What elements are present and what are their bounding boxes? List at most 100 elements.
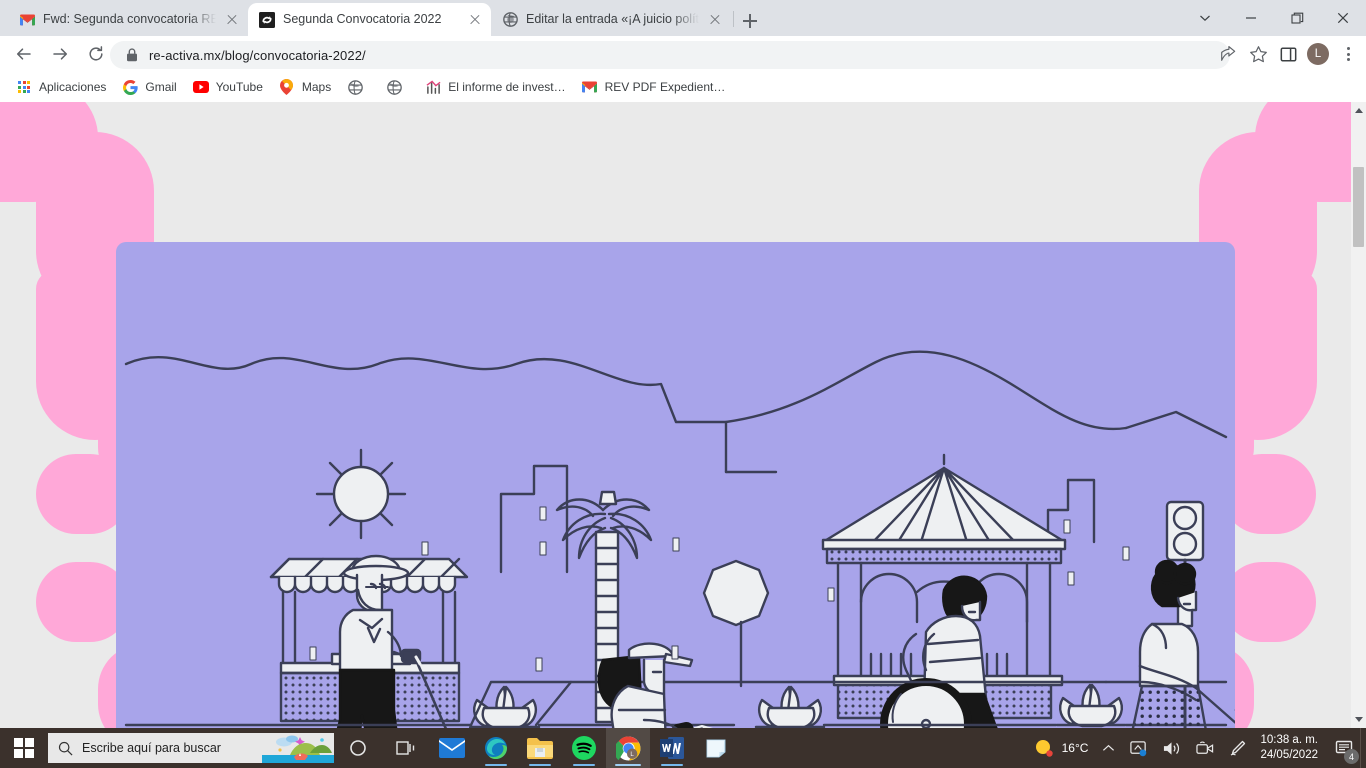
bookmark-gmail-label: Gmail bbox=[145, 80, 176, 94]
youtube-icon bbox=[193, 79, 209, 95]
show-hidden-icons-button[interactable] bbox=[1095, 728, 1122, 768]
wordpress-globe-icon bbox=[386, 79, 402, 95]
search-icon bbox=[58, 741, 73, 756]
bookmark-wordpress-2[interactable] bbox=[378, 75, 417, 99]
windows-taskbar: Escribe aquí para buscar bbox=[0, 728, 1366, 768]
maximize-icon[interactable] bbox=[1274, 0, 1320, 36]
address-bar[interactable]: re-activa.mx/blog/convocatoria-2022/ bbox=[110, 41, 1230, 69]
bookmark-apps[interactable]: Aplicaciones bbox=[8, 75, 114, 99]
tab-strip: Fwd: Segunda convocatoria RE-A Segunda C… bbox=[0, 0, 1366, 36]
side-panel-icon[interactable] bbox=[1274, 40, 1302, 68]
page-scrollbar[interactable] bbox=[1351, 102, 1366, 728]
browser-tab-3-title: Editar la entrada «¡A juicio político bbox=[526, 3, 699, 36]
re-activa-icon bbox=[259, 12, 275, 28]
decorative-blob bbox=[1222, 454, 1316, 534]
bookmark-maps[interactable]: Maps bbox=[271, 75, 339, 99]
tab-separator bbox=[733, 11, 734, 27]
bookmark-apps-label: Aplicaciones bbox=[39, 80, 106, 94]
chrome-menu-icon[interactable] bbox=[1334, 40, 1362, 68]
weather-widget[interactable]: 16°C bbox=[1027, 728, 1096, 768]
system-tray: 16°C bbox=[1027, 728, 1366, 768]
taskbar-search-placeholder: Escribe aquí para buscar bbox=[82, 741, 221, 755]
taskbar-search-box[interactable]: Escribe aquí para buscar bbox=[48, 733, 334, 763]
bookmark-informe-label: El informe de invest… bbox=[448, 80, 565, 94]
back-button[interactable] bbox=[10, 40, 38, 68]
minimize-icon[interactable] bbox=[1228, 0, 1274, 36]
close-icon[interactable] bbox=[467, 12, 483, 28]
gmail-icon bbox=[19, 12, 35, 28]
pen-workspace-icon[interactable] bbox=[1222, 728, 1254, 768]
page-viewport[interactable]: Foto: bikeNaity bbox=[0, 102, 1366, 728]
browser-toolbar: re-activa.mx/blog/convocatoria-2022/ bbox=[0, 36, 1366, 72]
web-page: Foto: bikeNaity bbox=[0, 102, 1351, 728]
onedrive-icon[interactable] bbox=[1122, 728, 1155, 768]
taskbar-app-chrome[interactable]: L bbox=[606, 728, 650, 768]
bookmark-maps-label: Maps bbox=[302, 80, 331, 94]
cortana-button[interactable] bbox=[334, 728, 382, 768]
bookmark-informe[interactable]: El informe de invest… bbox=[417, 75, 573, 99]
taskbar-clock[interactable]: 10:38 a. m. 24/05/2022 bbox=[1254, 728, 1328, 768]
address-bar-url: re-activa.mx/blog/convocatoria-2022/ bbox=[149, 48, 366, 63]
close-icon[interactable] bbox=[224, 12, 240, 28]
task-view-button[interactable] bbox=[382, 728, 430, 768]
svg-text:L: L bbox=[630, 751, 634, 758]
toolbar-actions: L bbox=[1214, 40, 1362, 68]
weather-temperature: 16°C bbox=[1062, 741, 1089, 755]
scroll-down-icon[interactable] bbox=[1351, 711, 1366, 728]
meet-now-icon[interactable] bbox=[1188, 728, 1222, 768]
browser-tab-1-title: Fwd: Segunda convocatoria RE-A bbox=[43, 3, 216, 36]
taskbar-app-spotify[interactable] bbox=[562, 728, 606, 768]
taskbar-app-edge[interactable] bbox=[474, 728, 518, 768]
reload-button[interactable] bbox=[82, 40, 110, 68]
bookmark-youtube-label: YouTube bbox=[216, 80, 263, 94]
taskbar-app-file-explorer[interactable] bbox=[518, 728, 562, 768]
taskbar-app-word[interactable] bbox=[650, 728, 694, 768]
chevron-down-icon[interactable] bbox=[1182, 0, 1228, 36]
close-icon[interactable] bbox=[707, 12, 723, 28]
share-icon[interactable] bbox=[1214, 40, 1242, 68]
lock-icon[interactable] bbox=[124, 47, 140, 63]
apps-grid-icon bbox=[16, 79, 32, 95]
avatar-initial: L bbox=[1307, 43, 1329, 65]
clock-date: 24/05/2022 bbox=[1260, 748, 1318, 763]
wordpress-globe-icon bbox=[347, 79, 363, 95]
wordpress-globe-icon bbox=[502, 12, 518, 28]
bookmark-wordpress-1[interactable] bbox=[339, 75, 378, 99]
gmail-icon bbox=[582, 79, 598, 95]
decorative-blob bbox=[1222, 562, 1316, 642]
bookmarks-bar: Aplicaciones Gmail YouTube bbox=[0, 72, 1366, 102]
avatar[interactable]: L bbox=[1304, 40, 1332, 68]
new-tab-button[interactable] bbox=[736, 7, 764, 35]
bookmark-youtube[interactable]: YouTube bbox=[185, 75, 271, 99]
bookmark-rev-pdf[interactable]: REV PDF Expedient… bbox=[574, 75, 734, 99]
browser-tab-2[interactable]: Segunda Convocatoria 2022 bbox=[248, 3, 491, 36]
scroll-up-icon[interactable] bbox=[1351, 102, 1366, 119]
browser-tab-3[interactable]: Editar la entrada «¡A juicio político bbox=[491, 3, 731, 36]
forward-button[interactable] bbox=[46, 40, 74, 68]
google-g-icon bbox=[122, 79, 138, 95]
windows-logo-icon bbox=[14, 738, 34, 758]
hero-illustration bbox=[116, 242, 1235, 728]
search-illustration bbox=[262, 733, 334, 763]
bookmark-rev-pdf-label: REV PDF Expedient… bbox=[605, 80, 726, 94]
bookmark-star-icon[interactable] bbox=[1244, 40, 1272, 68]
volume-icon[interactable] bbox=[1155, 728, 1188, 768]
browser-tab-2-title: Segunda Convocatoria 2022 bbox=[283, 3, 459, 36]
start-button[interactable] bbox=[0, 728, 48, 768]
chart-icon bbox=[425, 79, 441, 95]
browser-window: Fwd: Segunda convocatoria RE-A Segunda C… bbox=[0, 0, 1366, 728]
show-desktop-button[interactable] bbox=[1360, 728, 1366, 768]
clock-time: 10:38 a. m. bbox=[1260, 733, 1318, 748]
window-controls bbox=[1182, 0, 1366, 36]
sunny-icon bbox=[1034, 738, 1054, 758]
bookmark-gmail[interactable]: Gmail bbox=[114, 75, 184, 99]
close-icon[interactable] bbox=[1320, 0, 1366, 36]
notification-count: 4 bbox=[1344, 749, 1359, 764]
taskbar-app-sticky-notes[interactable] bbox=[694, 728, 738, 768]
taskbar-app-buttons: L bbox=[430, 728, 738, 768]
taskbar-app-mail[interactable] bbox=[430, 728, 474, 768]
scrollbar-thumb[interactable] bbox=[1353, 167, 1364, 247]
maps-pin-icon bbox=[279, 79, 295, 95]
action-center-button[interactable]: 4 bbox=[1328, 728, 1360, 768]
browser-tab-1[interactable]: Fwd: Segunda convocatoria RE-A bbox=[8, 3, 248, 36]
